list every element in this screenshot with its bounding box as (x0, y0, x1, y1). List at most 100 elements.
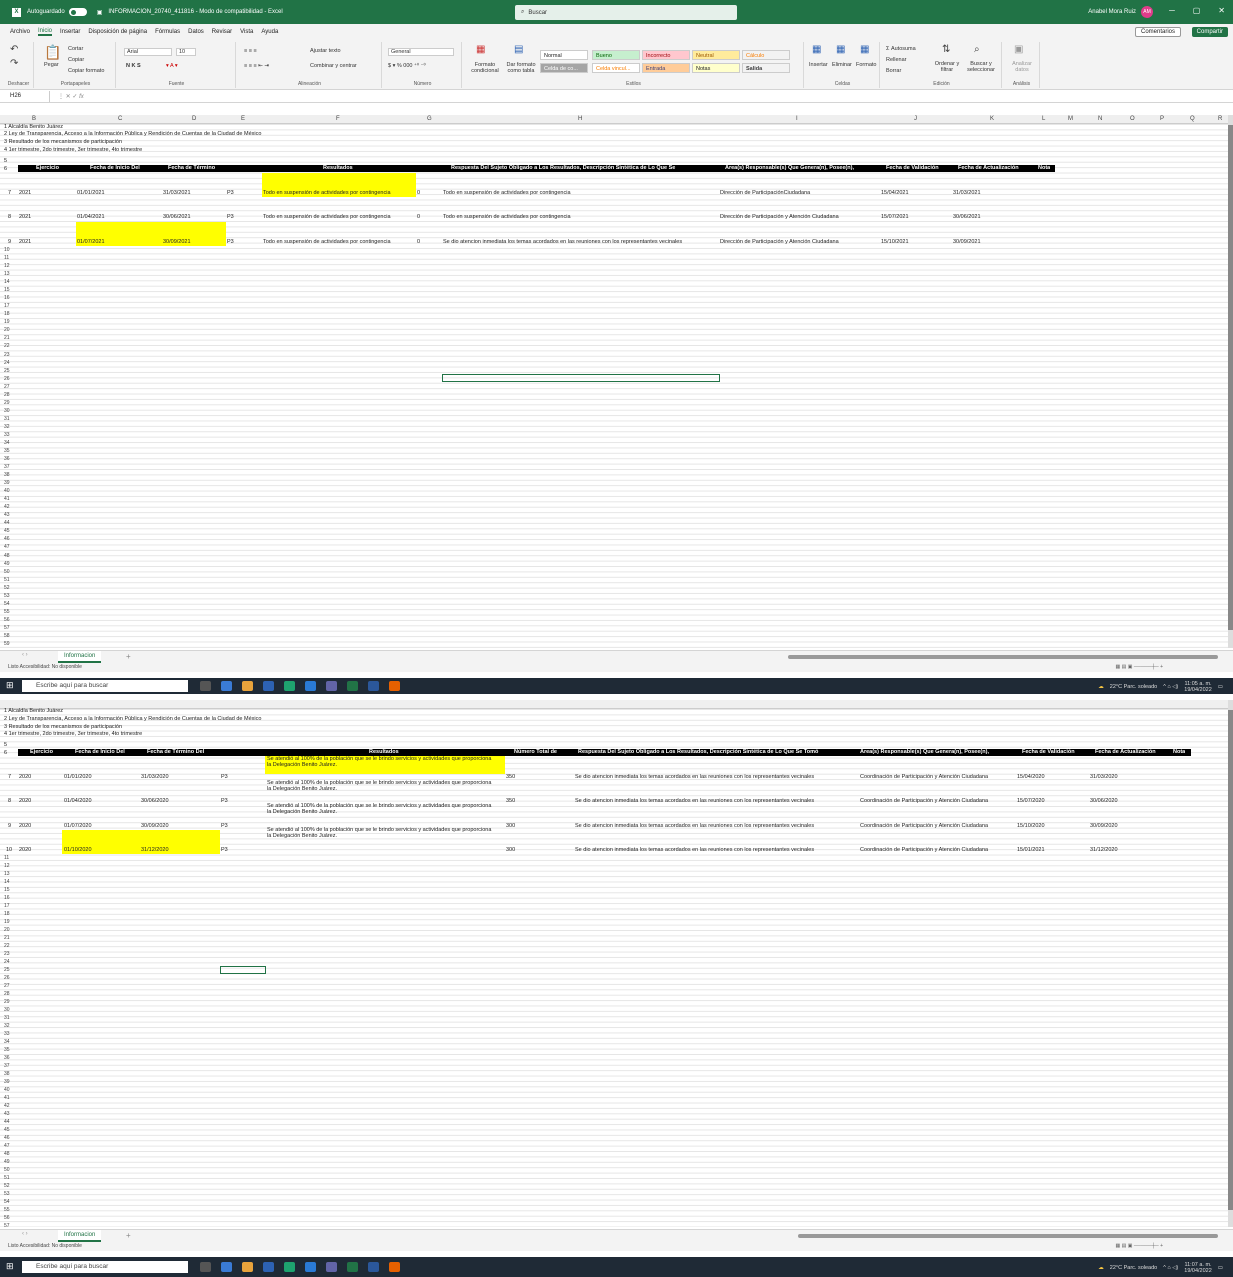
tray-icons[interactable]: ^ ⌂ ◁) (1163, 1265, 1178, 1271)
style-normal[interactable]: Normal (540, 50, 588, 60)
col-g[interactable]: G (427, 116, 432, 122)
format-painter-button[interactable]: Copiar formato (68, 68, 104, 74)
cell-numero-total[interactable]: 300 (506, 823, 515, 829)
cell-fecha-actualizacion[interactable]: 30/09/2021 (953, 239, 981, 245)
col-k[interactable]: K (990, 116, 994, 122)
windows-start-icon[interactable]: ⊞ (6, 1261, 14, 1272)
style-entrada[interactable]: Entrada (642, 63, 690, 73)
cell-fecha-termino[interactable]: 30/06/2021 (163, 214, 191, 220)
number-format-select[interactable]: General (388, 48, 454, 56)
search-box[interactable]: ⌕ Buscar (515, 5, 737, 20)
word-icon[interactable] (368, 1262, 379, 1272)
cell-numero-total[interactable]: 300 (506, 847, 515, 853)
cell-ejercicio[interactable]: 2020 (19, 774, 31, 780)
paste-button[interactable]: Pegar (44, 62, 59, 68)
cell-g[interactable]: 0 (417, 239, 420, 245)
word-icon[interactable] (368, 681, 379, 691)
row-number[interactable]: 47 (4, 1143, 10, 1149)
cell-ejercicio[interactable]: 2020 (19, 798, 31, 804)
row-number[interactable]: 11 (4, 855, 9, 861)
row-number[interactable]: 18 (4, 311, 10, 317)
col-h[interactable]: H (578, 116, 582, 122)
menu-inicio[interactable]: Inicio (38, 28, 53, 36)
style-notas[interactable]: Notas (692, 63, 740, 73)
firefox-icon[interactable] (389, 1262, 400, 1272)
mail-icon[interactable] (305, 1262, 316, 1272)
delete-button[interactable]: Eliminar (832, 62, 852, 68)
comments-button[interactable]: Comentarios (1134, 27, 1181, 37)
row-number[interactable]: 42 (4, 504, 10, 510)
cell-e[interactable]: P3 (221, 847, 228, 853)
menu-insertar[interactable]: Insertar (60, 29, 80, 35)
row-number[interactable]: 17 (4, 303, 10, 309)
row-number[interactable]: 48 (4, 1151, 10, 1157)
menu-disposicion[interactable]: Disposición de página (88, 29, 147, 35)
autosave-toggle[interactable] (68, 8, 87, 16)
style-bueno[interactable]: Bueno (592, 50, 640, 60)
analyze-data-icon[interactable]: ▣ (1014, 44, 1023, 55)
avatar[interactable]: AM (1141, 6, 1153, 18)
sheet-grid[interactable] (0, 124, 1228, 648)
row-number[interactable]: 36 (4, 1055, 10, 1061)
cell-ejercicio[interactable]: 2021 (19, 214, 31, 220)
cell-ejercicio[interactable]: 2021 (19, 190, 31, 196)
row-number[interactable]: 57 (4, 625, 10, 631)
edge-icon[interactable] (221, 1262, 232, 1272)
menu-ayuda[interactable]: Ayuda (261, 29, 278, 35)
row-number[interactable]: 22 (4, 943, 10, 949)
vertical-scroll-thumb[interactable] (1228, 125, 1233, 630)
cell-fecha-validacion[interactable]: 15/07/2020 (1017, 798, 1045, 804)
firefox-icon[interactable] (389, 681, 400, 691)
cell-ejercicio[interactable]: 2020 (19, 847, 31, 853)
cell-resultados[interactable]: Se atendió al 100% de la población que s… (267, 756, 497, 768)
row-number[interactable]: 39 (4, 1079, 10, 1085)
row-number[interactable]: 56 (4, 1215, 10, 1221)
cell-fecha-inicio[interactable]: 01/04/2020 (64, 798, 92, 804)
find-icon[interactable]: ⌕ (974, 44, 980, 55)
cell-e[interactable]: P3 (227, 214, 234, 220)
cell-respuesta[interactable]: Se dio atencion inmediata los temas acor… (575, 823, 814, 829)
font-size-select[interactable]: 10 (176, 48, 196, 56)
table-format-button[interactable]: Dar formato como tabla (502, 62, 540, 74)
name-box[interactable]: H26 (0, 90, 50, 102)
cell-respuesta[interactable]: Todo en suspensión de actividades por co… (443, 214, 571, 220)
row-number[interactable]: 20 (4, 927, 10, 933)
row-number[interactable]: 15 (4, 287, 10, 293)
row-number[interactable]: 19 (4, 319, 10, 325)
row-number[interactable]: 21 (4, 335, 10, 341)
selected-cell[interactable] (220, 966, 266, 974)
row-number[interactable]: 35 (4, 1047, 10, 1053)
find-select-button[interactable]: Buscar y seleccionar (964, 61, 998, 73)
edge-icon[interactable] (221, 681, 232, 691)
row-number[interactable]: 39 (4, 480, 10, 486)
row-number[interactable]: 47 (4, 544, 10, 550)
windows-start-icon[interactable]: ⊞ (6, 680, 14, 691)
sheet-nav-icon[interactable]: ‹ › (22, 1231, 28, 1237)
row-number[interactable]: 37 (4, 464, 10, 470)
cell-ejercicio[interactable]: 2020 (19, 823, 31, 829)
row-number[interactable]: 33 (4, 1031, 10, 1037)
row-number[interactable]: 12 (4, 263, 10, 269)
row-number[interactable]: 38 (4, 1071, 10, 1077)
sheet-tab-informacion[interactable]: Informacion (58, 1230, 102, 1242)
row-number[interactable]: 21 (4, 935, 10, 941)
cell-fecha-inicio[interactable]: 01/01/2020 (64, 774, 92, 780)
teams-icon[interactable] (326, 681, 337, 691)
share-button[interactable]: Compartir (1191, 27, 1228, 37)
taskbar-search[interactable]: Escribe aquí para buscar (22, 1261, 188, 1273)
row-number[interactable]: 50 (4, 1167, 10, 1173)
row-number[interactable]: 48 (4, 553, 10, 559)
bold-icon[interactable]: N K S (126, 63, 141, 69)
row-number[interactable]: 51 (4, 1175, 10, 1181)
font-color-icon[interactable]: ▾ A ▾ (166, 63, 178, 69)
row-number[interactable]: 22 (4, 343, 10, 349)
format-cells-icon[interactable]: ▦ (860, 44, 869, 55)
row-number[interactable]: 46 (4, 1135, 10, 1141)
row-number[interactable]: 32 (4, 1023, 10, 1029)
cell-respuesta[interactable]: Se dio atencion inmediata los temas acor… (575, 798, 814, 804)
col-m[interactable]: M (1068, 116, 1073, 122)
horizontal-scrollbar[interactable] (788, 655, 1218, 659)
sheet-nav-icon[interactable]: ‹ › (22, 652, 28, 658)
cell-fecha-validacion[interactable]: 15/10/2020 (1017, 823, 1045, 829)
user-area[interactable]: Anabel Mora Ruiz AM (1088, 6, 1153, 18)
